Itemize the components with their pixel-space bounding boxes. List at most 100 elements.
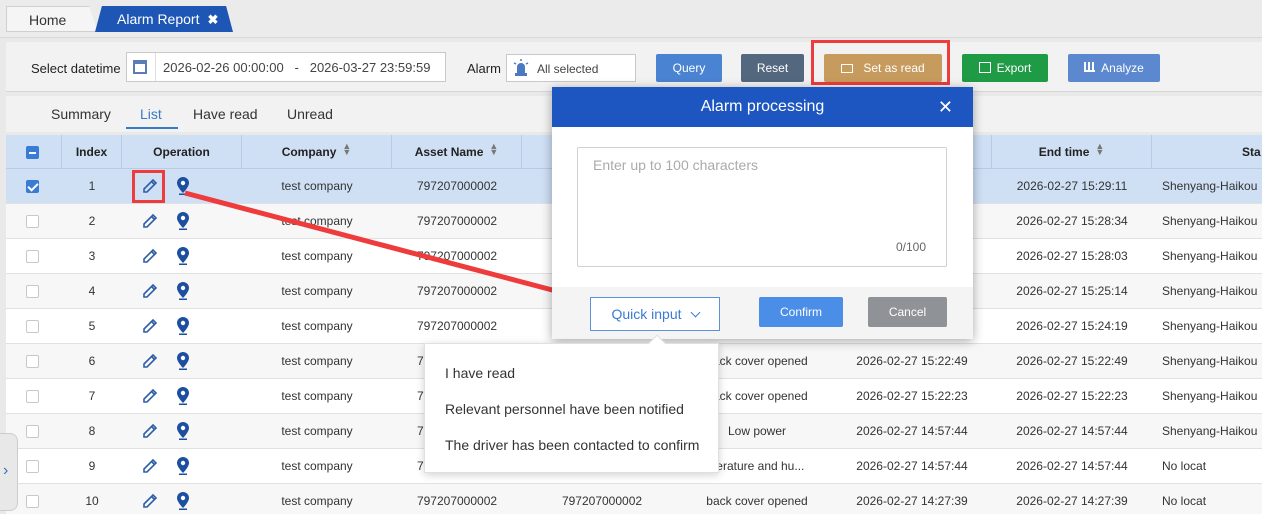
header-end-time[interactable]: End time ▲ ▼: [992, 135, 1152, 169]
query-button[interactable]: Query: [656, 54, 722, 82]
cell-column-7: 2026-02-27 15:22:23: [856, 389, 968, 403]
location-pin-icon[interactable]: [176, 422, 190, 440]
date-range-input[interactable]: 2026-02-26 00:00:00 - 2026-03-27 23:59:5…: [126, 52, 446, 82]
edit-icon[interactable]: [142, 318, 158, 334]
location-pin-icon[interactable]: [176, 352, 190, 370]
edit-icon[interactable]: [142, 213, 158, 229]
select-all-checkbox[interactable]: [26, 146, 39, 159]
header-end-time-label: End time: [1038, 145, 1090, 159]
header-asset-name[interactable]: Asset Name ▲ ▼: [392, 135, 522, 169]
cell-company: test company: [281, 284, 353, 298]
siren-icon: [513, 59, 529, 82]
remark-textarea[interactable]: Enter up to 100 characters 0/100: [577, 147, 947, 267]
cell-company: test company: [281, 249, 353, 263]
cell-end-time: 2026-02-27 15:22:49: [1016, 354, 1128, 368]
cell-company: test company: [281, 389, 353, 403]
row-checkbox[interactable]: [26, 250, 39, 263]
row-checkbox[interactable]: [26, 215, 39, 228]
edit-icon[interactable]: [142, 423, 158, 439]
header-asset-name-label: Asset Name: [414, 145, 484, 159]
header-index[interactable]: Index: [62, 135, 122, 169]
sort-icon: ▲ ▼: [1095, 141, 1105, 157]
cell-company: test company: [281, 494, 353, 508]
row-checkbox[interactable]: [26, 425, 39, 438]
row-checkbox[interactable]: [26, 355, 39, 368]
header-company-label: Company: [281, 145, 337, 159]
cell-end-time: 2026-02-27 15:28:03: [1016, 249, 1128, 263]
edit-icon[interactable]: [142, 248, 158, 264]
cell: [6, 169, 62, 204]
confirm-button[interactable]: Confirm: [759, 297, 843, 327]
quick-input-option[interactable]: The driver has been contacted to confirm: [445, 437, 699, 453]
cancel-button[interactable]: Cancel: [868, 297, 947, 327]
bar-chart-icon: [1084, 62, 1096, 72]
cell-end-time: 2026-02-27 14:27:39: [1016, 494, 1128, 508]
alarm-select[interactable]: All selected: [506, 54, 636, 82]
cell-index: 2: [88, 214, 96, 228]
edit-icon[interactable]: [142, 458, 158, 474]
cell-asset-name: 797207000002: [416, 249, 498, 263]
row-checkbox[interactable]: [26, 460, 39, 473]
cell-start: No locat: [1162, 459, 1207, 473]
edit-icon[interactable]: [142, 353, 158, 369]
location-pin-icon[interactable]: [176, 247, 190, 265]
reset-button[interactable]: Reset: [741, 54, 804, 82]
quick-input-dropdown[interactable]: Quick input: [590, 297, 720, 331]
tab-list[interactable]: List: [140, 106, 162, 122]
close-icon[interactable]: ✖: [207, 12, 218, 27]
location-pin-icon[interactable]: [176, 457, 190, 475]
header-start[interactable]: Sta: [1152, 135, 1262, 169]
edit-icon[interactable]: [142, 283, 158, 299]
tab-have-read[interactable]: Have read: [193, 106, 258, 122]
location-pin-icon[interactable]: [176, 387, 190, 405]
divider: [155, 53, 156, 81]
location-pin-icon[interactable]: [176, 492, 190, 510]
cell: [6, 344, 62, 379]
quick-input-option[interactable]: I have read: [445, 365, 515, 381]
cell-company: test company: [281, 319, 353, 333]
tab-alarm-report[interactable]: Alarm Report ✖: [95, 6, 233, 32]
tab-summary[interactable]: Summary: [51, 106, 111, 122]
dialog-title: Alarm processing: [700, 98, 825, 115]
edit-icon[interactable]: [142, 388, 158, 404]
location-pin-icon[interactable]: [176, 212, 190, 230]
edit-icon[interactable]: [142, 493, 158, 509]
active-tab-indicator: [126, 127, 178, 129]
tab-unread[interactable]: Unread: [287, 106, 333, 122]
header-company[interactable]: Company ▲ ▼: [242, 135, 392, 169]
sidebar-toggle[interactable]: ›: [0, 433, 18, 511]
cell-column-7: 2026-02-27 15:22:49: [856, 354, 968, 368]
cell-start: No locat: [1162, 494, 1207, 508]
cell: [6, 379, 62, 414]
row-checkbox[interactable]: [26, 390, 39, 403]
sort-icon: ▲ ▼: [342, 141, 352, 157]
cell-company: test company: [281, 179, 353, 193]
alarm-label: Alarm: [467, 61, 501, 76]
row-checkbox[interactable]: [26, 320, 39, 333]
export-button[interactable]: Export: [962, 54, 1048, 82]
row-checkbox[interactable]: [26, 285, 39, 298]
row-checkbox[interactable]: [26, 495, 39, 508]
cell-company: test company: [281, 354, 353, 368]
cell-start: Shenyang-Haikou: [1162, 389, 1258, 403]
datetime-label: Select datetime: [31, 61, 121, 76]
row-checkbox[interactable]: [26, 180, 39, 193]
close-icon[interactable]: ✕: [938, 87, 953, 127]
tab-home[interactable]: Home: [6, 6, 98, 32]
cell-end-time: 2026-02-27 14:57:44: [1016, 459, 1128, 473]
cell-index: 4: [88, 284, 96, 298]
cell-column-7: 2026-02-27 14:57:44: [856, 424, 968, 438]
cell-start: Shenyang-Haikou: [1162, 284, 1258, 298]
quick-input-option[interactable]: Relevant personnel have been notified: [445, 401, 684, 417]
location-pin-icon[interactable]: [176, 282, 190, 300]
cell-column-7: 2026-02-27 14:57:44: [856, 459, 968, 473]
analyze-button[interactable]: Analyze: [1068, 54, 1160, 82]
cell-end-time: 2026-02-27 15:28:34: [1016, 214, 1128, 228]
cell-index: 9: [88, 459, 96, 473]
cell-end-time: 2026-02-27 14:57:44: [1016, 424, 1128, 438]
location-pin-icon[interactable]: [176, 317, 190, 335]
location-pin-icon[interactable]: [176, 177, 190, 195]
table-row[interactable]: 10 test company 797207000002 797207000002 ba…: [6, 484, 1262, 514]
cell-company: test company: [281, 424, 353, 438]
cell-index: 6: [88, 354, 96, 368]
